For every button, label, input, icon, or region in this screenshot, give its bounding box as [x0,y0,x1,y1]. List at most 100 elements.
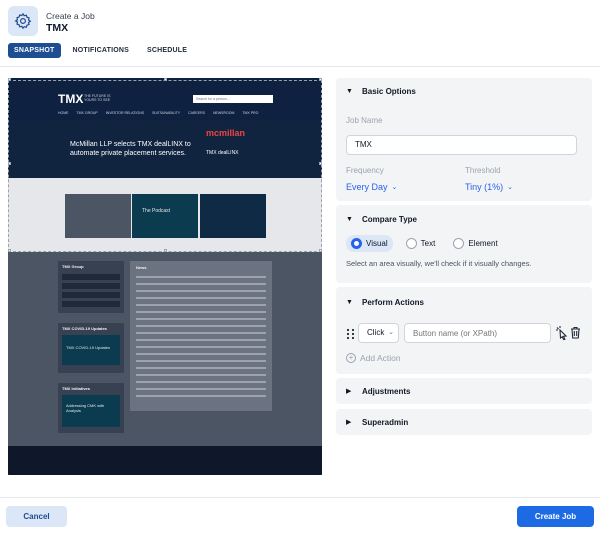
selection-handle[interactable] [164,249,167,252]
preview-nav-item: CAREERS [188,111,205,115]
preview-news-line [136,325,266,327]
tab-bar: SNAPSHOT NOTIFICATIONS SCHEDULE [8,43,193,58]
preview-side-row [62,301,120,307]
trash-icon[interactable] [570,326,581,344]
preview-card: The Podcast [132,194,198,238]
preview-news-line [136,346,266,348]
compare-type-options: Visual Text Element [336,233,592,253]
preview-nav-item: SUSTAINABILITY [152,111,181,115]
preview-news-line [136,283,266,285]
perform-actions-title: Perform Actions [362,297,424,307]
tab-schedule[interactable]: SCHEDULE [141,43,193,58]
selection-handle[interactable] [164,78,167,81]
job-name-label: Job Name [346,116,383,125]
preview-logo: TMX [58,92,84,106]
preview-news-line [136,304,266,306]
job-name-input[interactable]: TMX [346,135,577,155]
preview-nav-item: HOME [58,111,69,115]
page-subtitle: Create a Job [46,11,95,21]
selection-handle[interactable] [319,78,322,81]
preview-news-line [136,311,266,313]
element-picker-icon[interactable] [556,326,568,345]
tab-notifications[interactable]: NOTIFICATIONS [67,43,136,58]
compare-type-title: Compare Type [362,214,417,224]
tab-snapshot[interactable]: SNAPSHOT [8,43,61,58]
selection-handle[interactable] [319,162,322,165]
preview-footer [8,446,322,475]
preview-nav-item: NEWSROOM [212,111,235,115]
preview-initiatives-box: TMX Initiatives Addressing CMK with Anal… [58,383,124,433]
chevron-right-icon: ▶ [346,388,352,395]
preview-side-row [62,283,120,289]
chevron-down-icon: ⌄ [507,184,514,191]
perform-actions-header[interactable]: ▼ Perform Actions [336,287,592,317]
adjustments-section: ▶ Adjustments [336,378,592,404]
selection-handle[interactable] [8,162,11,165]
radio-indicator [453,237,465,249]
preview-hero-product: TMX dealLINX [206,150,239,156]
adjustments-title: Adjustments [362,386,411,396]
preview-nav: HOME TMX GROUP INVESTOR RELATIONS SUSTAI… [58,111,258,115]
preview-side-row [62,292,120,298]
superadmin-header[interactable]: ▶ Superadmin [336,409,592,435]
perform-actions-section: ▼ Perform Actions Click ⌄ + Add Action [336,287,592,374]
adjustments-header[interactable]: ▶ Adjustments [336,378,592,404]
chevron-down-icon: ▼ [346,215,353,223]
threshold-select[interactable]: Tiny (1%) ⌄ [465,182,513,192]
frequency-select[interactable]: Every Day ⌄ [346,182,397,192]
frequency-value: Every Day [346,182,388,192]
preview-news-line [136,297,266,299]
button-xpath-input[interactable] [404,323,551,343]
radio-label: Element [468,238,498,248]
add-action-label: Add Action [360,353,401,363]
chevron-down-icon: ⌄ [391,184,398,191]
selection-handle[interactable] [8,249,11,252]
compare-type-header[interactable]: ▼ Compare Type [336,205,592,233]
preview-news-line [136,367,266,369]
basic-options-section: ▼ Basic Options Job Name TMX Frequency E… [336,78,592,201]
chevron-right-icon: ▶ [346,419,352,426]
add-action-button[interactable]: + Add Action [346,353,401,363]
superadmin-title: Superadmin [362,417,409,427]
basic-options-title: Basic Options [362,86,416,96]
preview-news-line [136,290,266,292]
cancel-button[interactable]: Cancel [6,506,67,527]
footer-divider [0,497,600,498]
action-type-select[interactable]: Click ⌄ [358,323,399,343]
radio-label: Text [420,238,436,248]
basic-options-header[interactable]: ▼ Basic Options [336,78,592,104]
preview-nav-item: TMX GROUP [76,111,98,115]
create-job-button[interactable]: Create Job [517,506,594,527]
plus-circle-icon: + [346,353,356,363]
chevron-down-icon: ⌄ [388,329,394,336]
radio-indicator [405,237,417,249]
preview-covid-title: TMX COVID-19 Updates [62,326,107,331]
preview-card [65,194,131,238]
preview-podcast-label: The Podcast [142,208,171,214]
snapshot-preview[interactable]: TMX THE FUTURE IS YOURS TO SEE Search fo… [8,78,322,475]
preview-hero-text: McMillan LLP selects TMX dealLINX to aut… [70,141,191,157]
superadmin-section: ▶ Superadmin [336,409,592,435]
radio-label: Visual [366,238,388,248]
preview-news-line [136,381,266,383]
action-type-value: Click [367,328,385,337]
radio-visual[interactable]: Visual [346,234,393,252]
selection-handle[interactable] [8,78,11,81]
preview-side-title: TMX Group [62,264,84,269]
preview-search: Search for a person... [193,95,273,103]
preview-covid-image: TMX COVID-19 Updates [62,335,120,365]
preview-initiatives-title: TMX Initiatives [62,386,91,391]
radio-indicator [351,237,362,249]
preview-news-line [136,339,266,341]
radio-element[interactable]: Element [448,235,502,252]
selection-handle[interactable] [319,249,322,252]
preview-covid-box: TMX COVID-19 Updates TMX COVID-19 Update… [58,323,124,373]
preview-news-line [136,318,266,320]
chevron-down-icon: ▼ [346,298,353,306]
preview-card [200,194,266,238]
frequency-label: Frequency [346,166,384,175]
radio-text[interactable]: Text [401,235,441,252]
drag-handle-icon[interactable] [346,327,355,340]
page-title: TMX [46,22,69,34]
threshold-label: Threshold [465,166,501,175]
